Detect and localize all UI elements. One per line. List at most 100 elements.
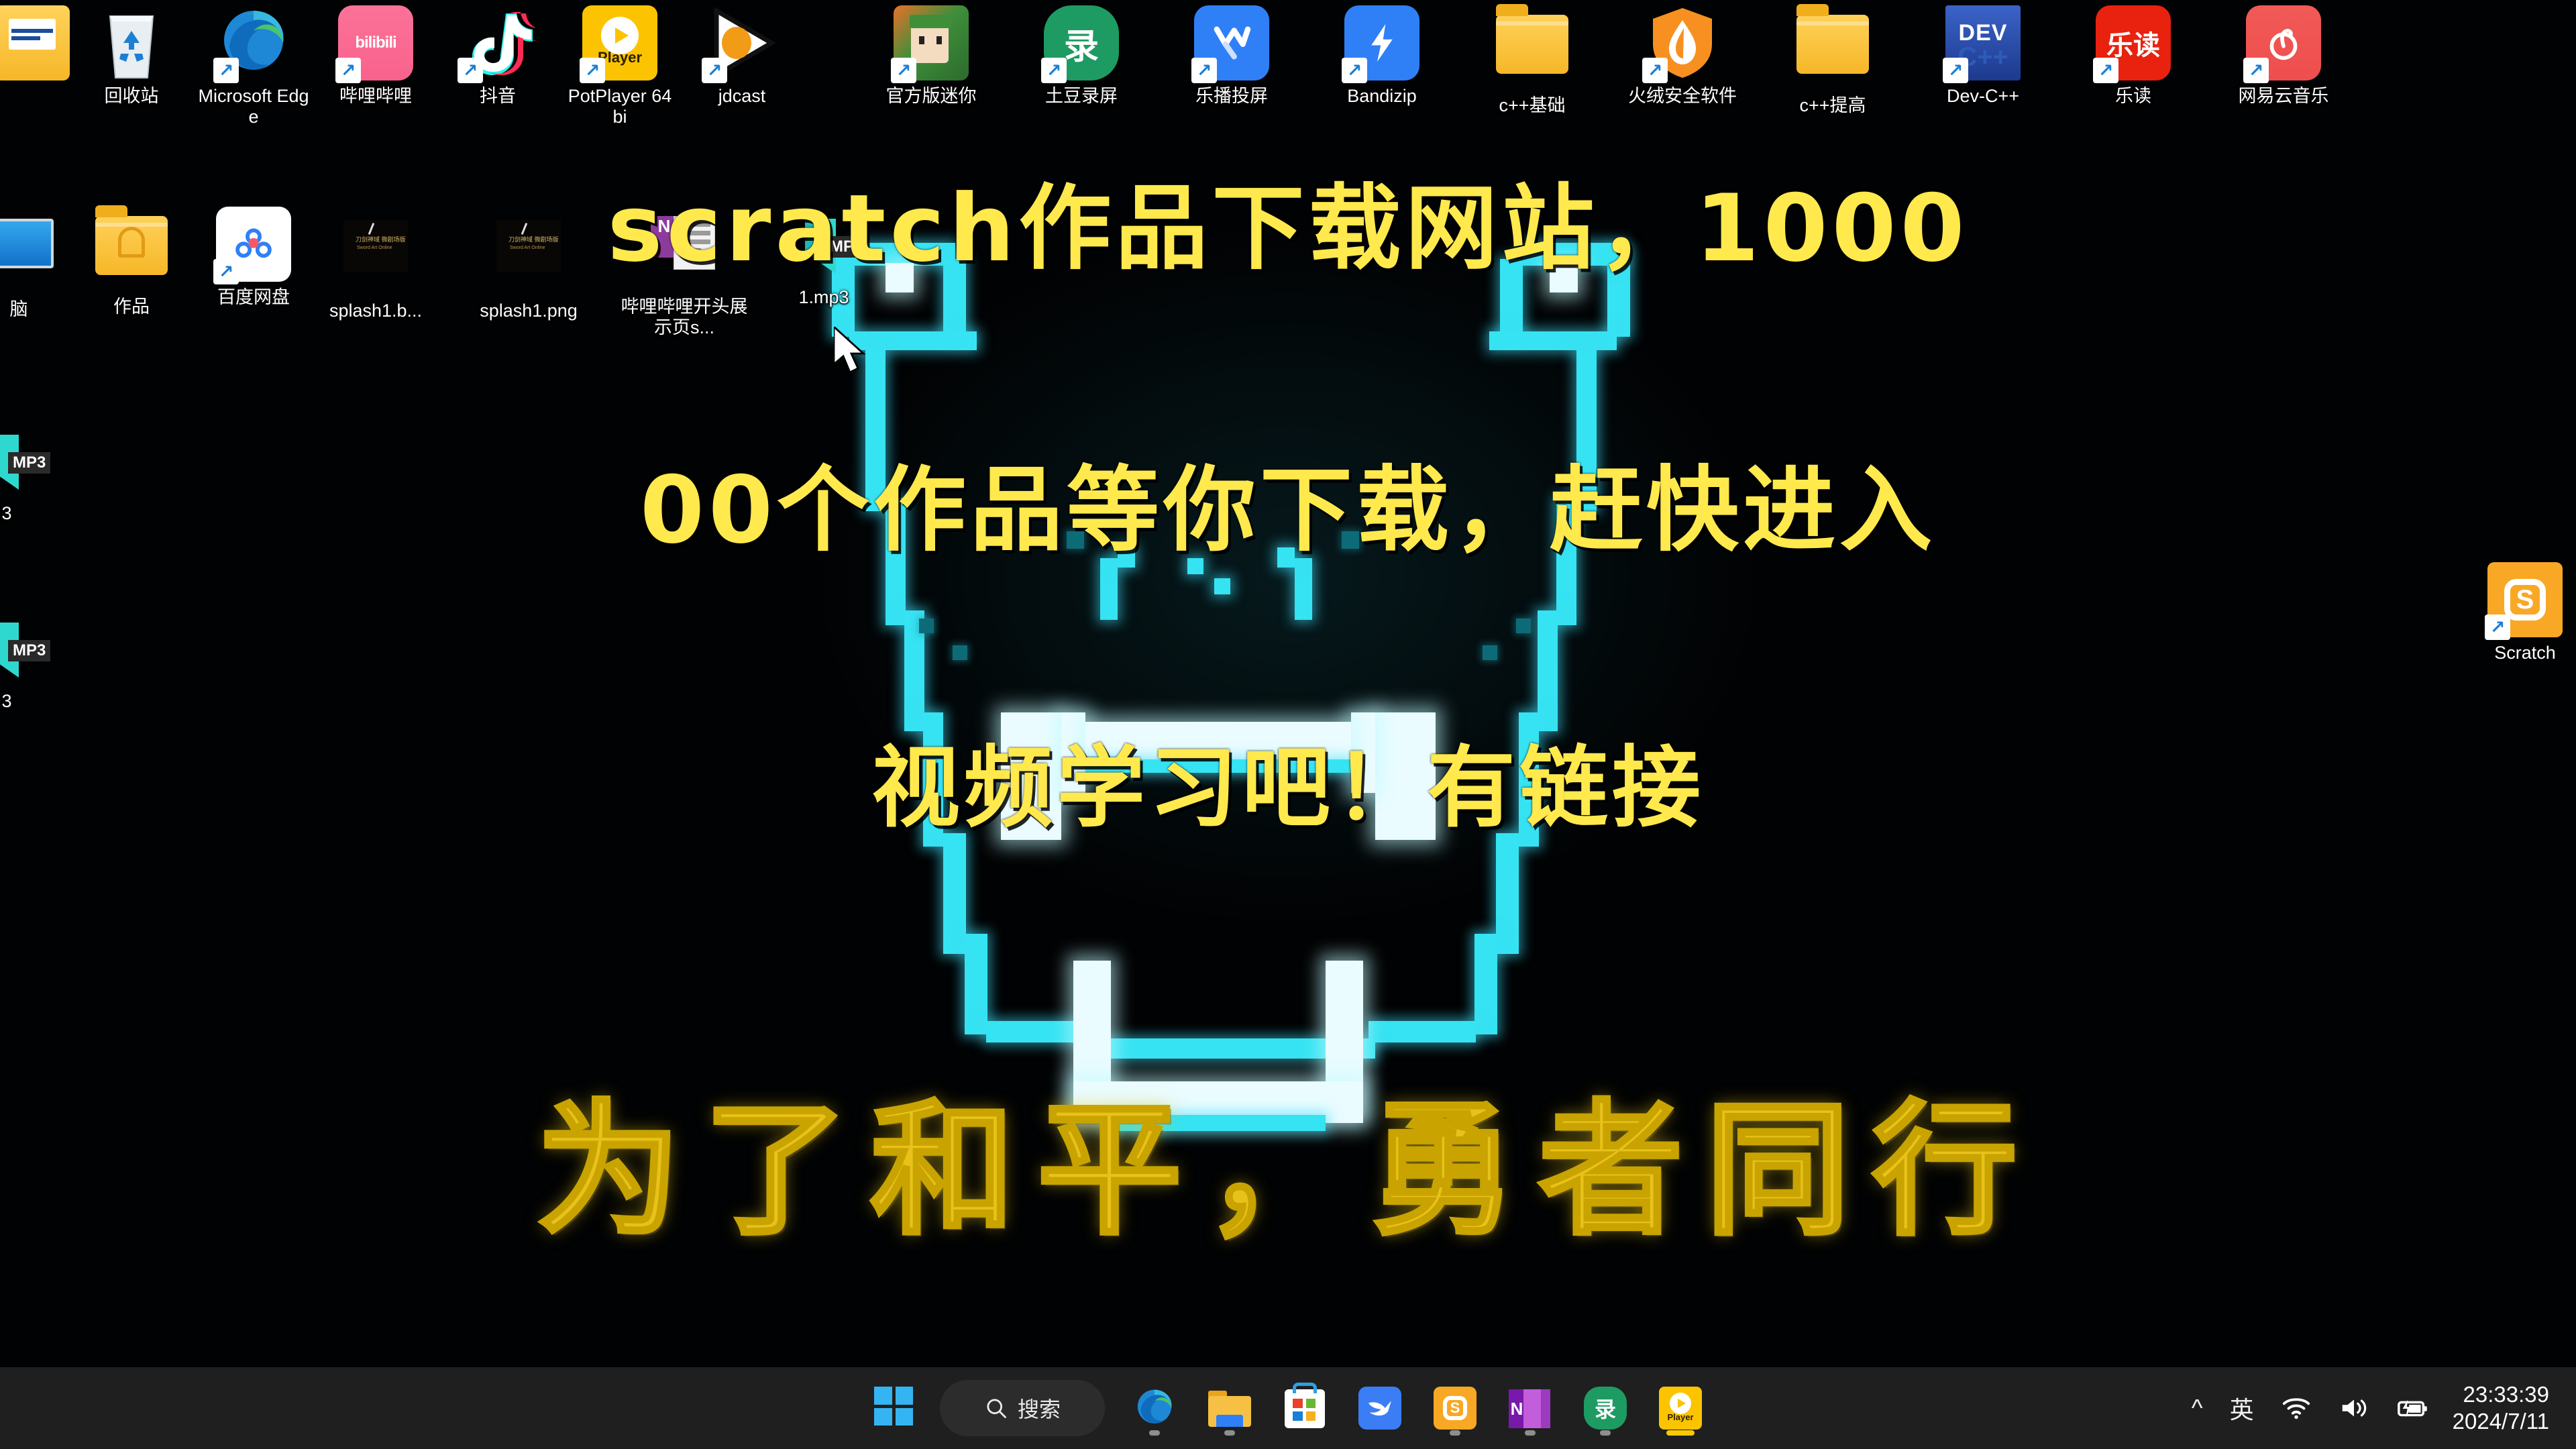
desktop-icon-lebo-cast[interactable]: ↗ 乐播投屏	[1173, 5, 1291, 107]
desktop-icon-douyin[interactable]: ↗ 抖音	[439, 5, 557, 107]
overlay-caption-line3: 视频学习吧！有链接	[871, 737, 1705, 840]
edge-icon: ↗	[213, 5, 291, 83]
mini-world-icon: ↗	[891, 5, 969, 83]
desktop-icon-ledu[interactable]: 乐读 ↗ 乐读	[2074, 5, 2192, 107]
shortcut-arrow-icon: ↗	[2485, 614, 2510, 640]
desktop-icon-label: 回收站	[104, 86, 159, 106]
shortcut-arrow-icon: ↗	[213, 58, 239, 83]
desktop-icon-label: 哔哩哔哩	[339, 86, 412, 106]
desktop-icon-tudou-rec[interactable]: 录 ↗ 土豆录屏	[1022, 5, 1140, 107]
ime-indicator[interactable]: 英	[2216, 1367, 2267, 1449]
desktop-icon-folder-cpp-advanced[interactable]: c++提高	[1774, 4, 1892, 116]
desktop-icon-potplayer[interactable]: Player ↗ PotPlayer 64 bi	[561, 5, 679, 127]
desktop-icon-label: splash1.b...	[329, 301, 423, 321]
desktop-icon-label: Microsoft Edge	[198, 86, 309, 127]
note-file-icon	[0, 5, 70, 80]
running-indicator	[1149, 1430, 1160, 1436]
desktop-icon-label: 作品	[113, 297, 150, 317]
desktop-icon-recycle-bin[interactable]: 回收站	[72, 5, 191, 107]
running-indicator	[1600, 1430, 1611, 1436]
shortcut-arrow-icon: ↗	[335, 58, 361, 83]
mp3-file-icon: MP3	[0, 610, 51, 686]
desktop-icon-label: 网易云音乐	[2238, 86, 2329, 106]
desktop-icon-label: 3	[1, 691, 12, 711]
wallpaper-slogan: 为了和平，勇者同行	[535, 1085, 2040, 1256]
overlay-caption-line2: 00个作品等你下载，赶快进入	[639, 456, 1937, 564]
desktop-icon-label: 火绒安全软件	[1628, 86, 1737, 106]
desktop-icon-netease-music[interactable]: ↗ 网易云音乐	[2224, 5, 2343, 107]
desktop-icon-label: Bandizip	[1347, 86, 1417, 106]
desktop-icon-bandizip[interactable]: ↗ Bandizip	[1323, 5, 1441, 107]
volume-icon[interactable]	[2325, 1367, 2383, 1449]
desktop-icon-mini-world[interactable]: ↗ 官方版迷你	[872, 5, 990, 107]
taskbar-center-group: 搜索 S N 录 Player	[858, 1376, 1718, 1440]
desktop-icon-label: jdcast	[718, 86, 766, 106]
shortcut-arrow-icon: ↗	[1342, 58, 1367, 83]
desktop-icon-label: c++提高	[1799, 95, 1866, 115]
taskbar-item-potplayer[interactable]: Player	[1643, 1376, 1718, 1440]
running-indicator	[1450, 1430, 1460, 1436]
taskbar-item-edge[interactable]	[1117, 1376, 1192, 1440]
recycle-bin-icon	[94, 5, 169, 80]
system-tray: ^ 英 23:33:39 2024/7/11	[2178, 1367, 2576, 1449]
desktop-icon-label: PotPlayer 64 bi	[568, 86, 672, 127]
file-explorer-icon	[1208, 1387, 1251, 1430]
windows-logo-icon	[874, 1387, 917, 1430]
battery-charging-icon[interactable]	[2383, 1367, 2443, 1449]
folder-icon	[1495, 4, 1570, 90]
bilibili-icon: bilibili ↗	[335, 5, 413, 83]
jdcast-icon: ↗	[702, 5, 780, 83]
wifi-icon[interactable]	[2267, 1367, 2325, 1449]
clock-date: 2024/7/11	[2452, 1409, 2549, 1434]
ledu-icon: 乐读 ↗	[2093, 5, 2171, 83]
active-indicator	[1666, 1430, 1695, 1436]
desktop-icon-label: 官方版迷你	[885, 86, 977, 106]
taskbar-item-bluebird-app[interactable]	[1342, 1376, 1417, 1440]
taskbar-item-file-explorer[interactable]	[1192, 1376, 1267, 1440]
wallpaper-monster-face	[785, 242, 1791, 1148]
netease-music-icon: ↗	[2243, 5, 2321, 83]
taskbar-item-onenote[interactable]: N	[1493, 1376, 1568, 1440]
tudou-recorder-icon: 录	[1584, 1387, 1627, 1430]
scratch-icon: S	[1434, 1387, 1477, 1430]
start-button[interactable]	[858, 1376, 933, 1440]
clock[interactable]: 23:33:39 2024/7/11	[2443, 1381, 2567, 1435]
taskbar: 搜索 S N 录 Player ^ 英 23:33:39 2024/7/11	[0, 1367, 2576, 1449]
running-indicator	[1224, 1430, 1235, 1436]
taskbar-item-scratch[interactable]: S	[1417, 1376, 1493, 1440]
potplayer-icon: Player ↗	[580, 5, 657, 83]
shortcut-arrow-icon: ↗	[2093, 58, 2118, 83]
taskbar-item-tudou-recorder[interactable]: 录	[1568, 1376, 1643, 1440]
potplayer-icon: Player	[1659, 1387, 1702, 1430]
huorong-shield-icon: ↗	[1642, 5, 1720, 83]
desktop-icon-huorong[interactable]: ↗ 火绒安全软件	[1623, 5, 1741, 107]
desktop-icon-jdcast[interactable]: ↗ jdcast	[683, 5, 801, 107]
search-input[interactable]: 搜索	[940, 1380, 1105, 1436]
lebo-cast-icon: ↗	[1191, 5, 1269, 83]
shortcut-arrow-icon: ↗	[891, 58, 916, 83]
desktop-icon-label: 土豆录屏	[1045, 86, 1118, 106]
microsoft-store-icon	[1283, 1383, 1326, 1430]
desktop-icon-label: c++基础	[1499, 95, 1566, 115]
desktop-icon-devcpp[interactable]: DEV C++ ↗ Dev-C++	[1924, 5, 2042, 107]
shortcut-arrow-icon: ↗	[1191, 58, 1217, 83]
taskbar-item-microsoft-store[interactable]	[1267, 1376, 1342, 1440]
desktop-icon-bilibili[interactable]: bilibili ↗ 哔哩哔哩	[317, 5, 435, 107]
bluebird-icon	[1358, 1387, 1401, 1430]
shortcut-arrow-icon: ↗	[1041, 58, 1067, 83]
clock-time: 23:33:39	[2463, 1382, 2549, 1407]
desktop-icon-label: 1.mp3	[798, 287, 849, 307]
edge-icon	[1133, 1387, 1176, 1430]
tray-overflow-button[interactable]: ^	[2178, 1367, 2216, 1449]
shortcut-arrow-icon: ↗	[1943, 58, 1968, 83]
tudou-recorder-icon: 录 ↗	[1041, 5, 1119, 83]
desktop-icon-folder-cpp-basic[interactable]: c++基础	[1473, 4, 1591, 116]
devcpp-icon: DEV C++ ↗	[1943, 5, 2021, 83]
douyin-icon: ↗	[458, 5, 535, 83]
shortcut-arrow-icon: ↗	[458, 58, 483, 83]
folder-icon	[1795, 4, 1870, 90]
desktop-icon-partial-mp3-b[interactable]: MP3 3	[0, 610, 66, 712]
desktop-icon-edge[interactable]: ↗ Microsoft Edge	[195, 5, 313, 127]
desktop-icon-scratch[interactable]: S ↗ Scratch	[2466, 562, 2576, 663]
onenote-icon: N	[1509, 1387, 1552, 1430]
